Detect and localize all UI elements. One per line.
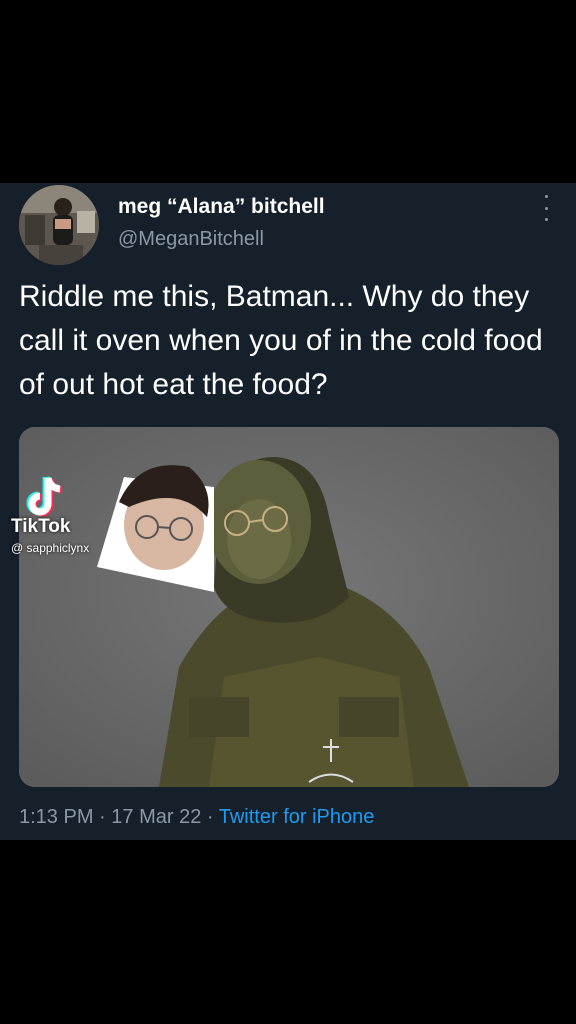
tweet-source-link[interactable]: Twitter for iPhone [219,806,375,828]
meta-separator: · [93,806,112,828]
meta-separator: · [201,806,219,828]
tweet-date[interactable]: 17 Mar 22 [111,806,201,828]
tiktok-username: @ sapphiclynx [11,541,90,555]
tiktok-brand-label: TikTok [11,516,71,537]
more-options-icon[interactable] [538,195,554,221]
tweet-time[interactable]: 1:13 PM [19,806,93,828]
avatar[interactable] [19,185,99,265]
display-name[interactable]: meg “Alana” bitchell [118,195,325,219]
tweet-text: Riddle me this, Batman... Why do they ca… [19,280,543,401]
tweet-metadata: 1:13 PM · 17 Mar 22 · Twitter for iPhone [19,806,374,829]
user-handle[interactable]: @MeganBitchell [118,228,264,251]
